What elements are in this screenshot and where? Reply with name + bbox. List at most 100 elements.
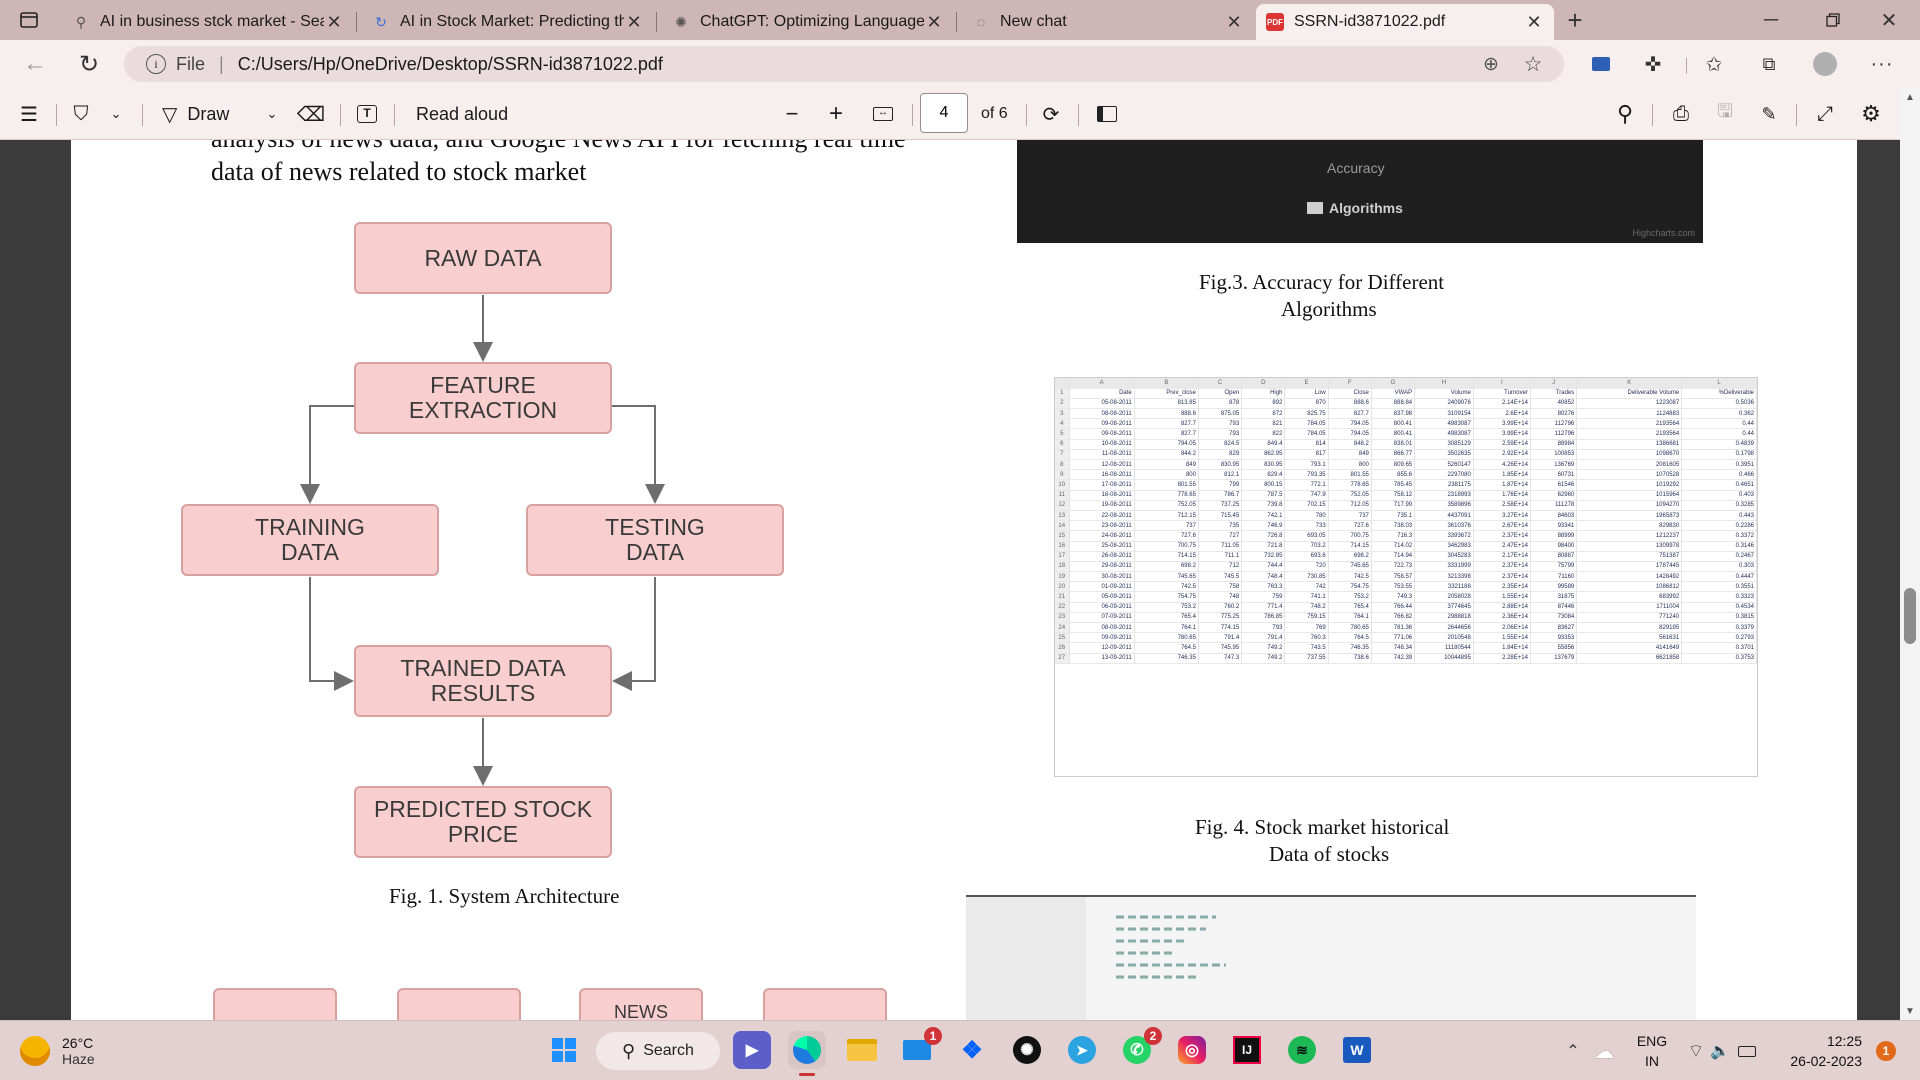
pdf-viewport[interactable]: analysis of news data, and Google News A… [0, 140, 1920, 1020]
settings-gear-icon[interactable]: ⚙ [1856, 88, 1886, 140]
row-number [1055, 378, 1070, 389]
table-cell: 754.75 [1134, 591, 1199, 603]
mail-icon[interactable]: 1 [898, 1027, 942, 1069]
chevron-down-icon[interactable]: ⌄ [262, 88, 282, 140]
tab-ai-stock-market[interactable]: ↻ AI in Stock Market: Predicting the ✕ [362, 4, 654, 40]
table-cell: 829 [1198, 449, 1243, 461]
scroll-down-icon[interactable]: ▼ [1900, 1002, 1920, 1020]
rotate-icon[interactable]: ⟳ [1036, 88, 1066, 140]
profile-avatar[interactable] [1811, 50, 1839, 78]
tab-new-chat[interactable]: ◌ New chat ✕ [962, 4, 1254, 40]
table-cell: 830.95 [1198, 459, 1243, 471]
instagram-icon[interactable]: ◎ [1173, 1031, 1211, 1069]
notification-count[interactable]: 1 [1876, 1041, 1896, 1061]
table-cell: 3109154 [1414, 408, 1474, 420]
minimize-button[interactable]: ─ [1756, 6, 1786, 34]
zoom-icon[interactable]: ⊕ [1478, 52, 1504, 76]
tab-chatgpt[interactable]: ✺ ChatGPT: Optimizing Language M ✕ [662, 4, 954, 40]
close-window-button[interactable]: ✕ [1874, 6, 1904, 34]
close-icon[interactable]: ✕ [324, 12, 344, 33]
table-cell: 1223087 [1576, 398, 1683, 410]
volume-icon[interactable]: 🔈 [1708, 1039, 1732, 1063]
favorite-star-icon[interactable]: ☆ [1520, 52, 1546, 76]
restore-button[interactable] [1818, 6, 1848, 34]
new-tab-button[interactable]: + [1560, 5, 1590, 35]
file-explorer-icon[interactable] [843, 1031, 881, 1069]
chevron-down-icon[interactable]: ⌄ [106, 88, 126, 140]
table-cell: 24-08-2011 [1069, 530, 1135, 542]
table-cell: 830.95 [1241, 459, 1286, 471]
tab-search[interactable]: ⚲ AI in business stck market - Sear ✕ [62, 4, 354, 40]
save-icon[interactable]: 🖫 [1710, 88, 1740, 140]
back-button[interactable]: ← [18, 48, 52, 80]
pdf-toolbar: ☰ ⛉ ⌄ ▽ Draw ⌄ ⌫ T Read aloud − + ↔ 4 of… [0, 88, 1920, 140]
close-icon[interactable]: ✕ [624, 12, 644, 33]
table-cell: 749.3 [1371, 591, 1416, 603]
battery-icon[interactable] [1734, 1039, 1760, 1063]
openai-app-icon[interactable]: ✺ [1008, 1031, 1046, 1069]
telegram-icon[interactable]: ➤ [1063, 1031, 1101, 1069]
tab-actions-icon[interactable] [14, 8, 44, 32]
close-icon[interactable]: ✕ [924, 12, 944, 33]
highlight-icon[interactable]: ⛉ [66, 88, 96, 140]
windows-start-icon[interactable] [545, 1031, 583, 1069]
collections-icon[interactable]: ⧉ [1755, 50, 1783, 78]
page-number-input[interactable]: 4 [920, 93, 968, 133]
whatsapp-icon[interactable]: ✆ 2 [1118, 1027, 1162, 1069]
stock-data-table: A B C D E F G H I J K L 1 Date Prev_close Open High Low Cl… [1054, 377, 1758, 777]
taskbar-search-box[interactable]: ⚲ Search [596, 1032, 720, 1070]
table-cell: 3.99E+14 [1473, 418, 1531, 430]
row-number: 17 [1055, 551, 1070, 562]
fullscreen-icon[interactable]: ⤢ [1810, 88, 1840, 140]
extensions-puzzle-icon[interactable]: ✜ [1640, 50, 1666, 78]
row-number: 14 [1055, 520, 1070, 532]
fit-width-icon[interactable]: ↔ [868, 88, 898, 140]
read-aloud-button[interactable]: Read aloud [416, 88, 508, 140]
chevron-up-icon[interactable]: ⌃ [1562, 1039, 1584, 1063]
page-view-icon[interactable] [1092, 88, 1122, 140]
edge-browser-icon[interactable] [788, 1031, 826, 1069]
eraser-icon[interactable]: ⌫ [296, 88, 326, 140]
address-input[interactable]: i File | C:/Users/Hp/OneDrive/Desktop/SS… [124, 46, 1564, 82]
table-cell: 764.1 [1134, 622, 1199, 634]
table-cell: 60731 [1530, 469, 1578, 481]
tab-pdf[interactable]: PDF SSRN-id3871022.pdf ✕ [1256, 4, 1554, 40]
extension-icon[interactable] [1588, 50, 1614, 78]
table-cell: 1.55E+14 [1473, 591, 1531, 603]
refresh-button[interactable]: ↻ [72, 48, 106, 80]
table-cell: 760.3 [1284, 632, 1329, 644]
close-icon[interactable]: ✕ [1524, 12, 1544, 33]
draw-button[interactable]: ▽ Draw [162, 88, 229, 140]
save-as-icon[interactable]: ✎ [1754, 88, 1784, 140]
print-icon[interactable]: ⎙ [1666, 88, 1696, 140]
row-number: 25 [1055, 632, 1070, 644]
word-icon[interactable]: W [1338, 1031, 1376, 1069]
wifi-icon[interactable]: ⌔ [1684, 1039, 1708, 1063]
weather-widget[interactable]: 26°C Haze [20, 1029, 95, 1073]
scroll-up-icon[interactable]: ▲ [1900, 88, 1920, 106]
scrollbar-thumb[interactable] [1904, 588, 1916, 644]
table-cell: Date [1069, 388, 1135, 399]
table-cell: 1019292 [1576, 479, 1683, 491]
jetbrains-icon[interactable]: IJ [1228, 1031, 1266, 1069]
vertical-scrollbar[interactable]: ▲ ▼ [1900, 88, 1920, 1020]
clock[interactable]: 12:25 26-02-2023 [1772, 1031, 1862, 1071]
onedrive-cloud-icon[interactable]: ☁ [1590, 1039, 1618, 1063]
table-cell: 742.5 [1134, 581, 1199, 593]
zoom-in-icon[interactable]: + [822, 88, 850, 140]
table-cell: 749.2 [1241, 642, 1286, 654]
favorites-icon[interactable]: ✩ [1700, 50, 1728, 78]
dropbox-icon[interactable]: ❖ [953, 1031, 991, 1069]
text-box-icon[interactable]: T [352, 88, 382, 140]
search-icon[interactable]: ⚲ [1610, 88, 1640, 140]
table-cell: 698.2 [1134, 561, 1199, 573]
more-menu-icon[interactable]: ··· [1868, 50, 1896, 78]
language-indicator[interactable]: ENG IN [1632, 1031, 1672, 1071]
contents-list-icon[interactable]: ☰ [14, 88, 44, 140]
close-icon[interactable]: ✕ [1224, 12, 1244, 33]
zoom-out-icon[interactable]: − [778, 88, 806, 140]
table-cell: 3085129 [1414, 439, 1474, 450]
table-cell: 0.4534 [1681, 602, 1757, 613]
spotify-icon[interactable]: ≋ [1283, 1031, 1321, 1069]
teams-meet-icon[interactable]: ▶ [733, 1031, 771, 1069]
